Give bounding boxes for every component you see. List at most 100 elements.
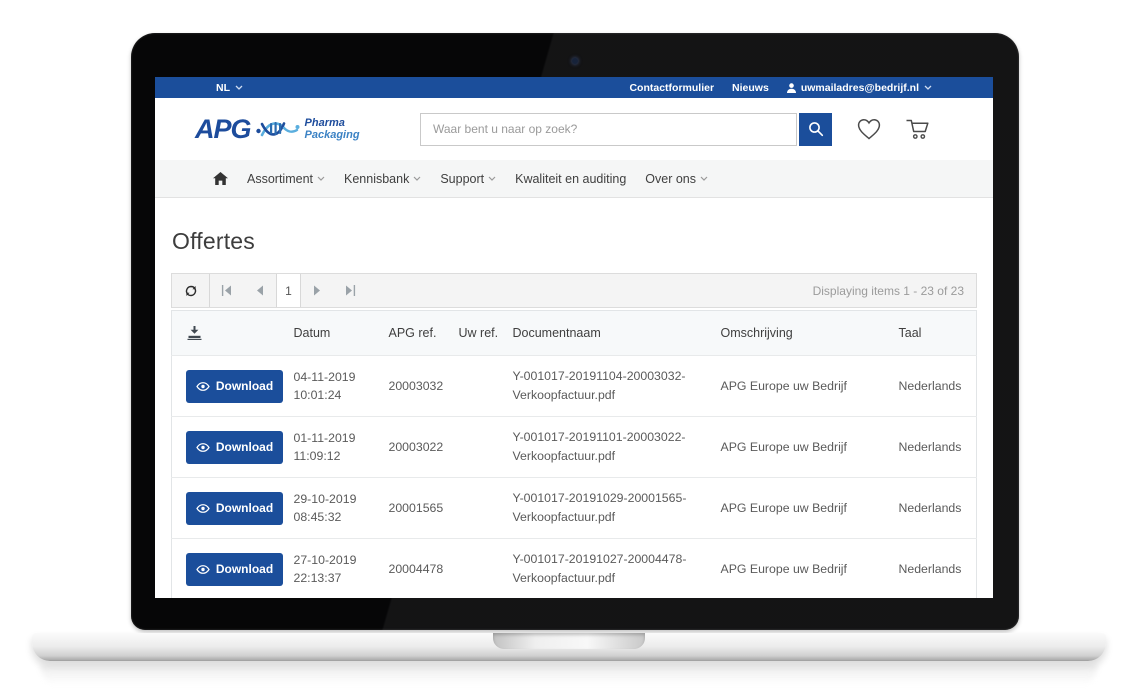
logo-tagline-line1: Pharma [305, 117, 345, 129]
logo-wordmark: APG [195, 116, 251, 143]
eye-icon [196, 565, 210, 574]
previous-page-icon [255, 285, 264, 296]
table-row: Download 29-10-201908:45:32 20001565 Y-0… [172, 478, 977, 539]
nav-item-kennisbank[interactable]: Kennisbank [344, 172, 421, 186]
chevron-down-icon [317, 176, 325, 181]
cell-uw-ref [451, 356, 505, 417]
cell-taal: Nederlands [891, 478, 977, 539]
cell-apg-ref: 20004478 [381, 539, 451, 599]
download-label: Download [216, 440, 273, 454]
account-menu[interactable]: uwmailadres@bedrijf.nl [787, 82, 932, 94]
cell-taal: Nederlands [891, 539, 977, 599]
first-page-button[interactable] [210, 274, 243, 307]
download-button[interactable]: Download [186, 553, 283, 586]
download-button[interactable]: Download [186, 431, 283, 464]
site-header: APG Pharma Packaging [155, 98, 993, 160]
nav-item-support[interactable]: Support [440, 172, 496, 186]
download-all-icon[interactable] [187, 326, 202, 340]
page-title: Offertes [172, 228, 977, 255]
nav-label: Over ons [645, 172, 696, 186]
main-navigation: Assortiment Kennisbank Support Kwaliteit… [155, 160, 993, 198]
eye-icon [196, 382, 210, 391]
page-content: Offertes [155, 228, 993, 598]
eye-icon [196, 504, 210, 513]
cart-icon[interactable] [905, 117, 931, 141]
home-icon[interactable] [213, 172, 228, 185]
laptop-base-notch [493, 633, 645, 649]
news-link[interactable]: Nieuws [732, 82, 769, 94]
cell-documentnaam: Y-001017-20191104-20003032-Verkoopfactuu… [505, 356, 713, 417]
laptop-reflection [40, 663, 1098, 689]
items-range-status: Displaying items 1 - 23 of 23 [813, 274, 976, 307]
company-logo[interactable]: APG Pharma Packaging [195, 114, 395, 144]
user-icon [787, 83, 796, 93]
next-page-button[interactable] [301, 274, 334, 307]
search-bar [420, 113, 832, 146]
search-input[interactable] [420, 113, 797, 146]
cell-datum: 04-11-201910:01:24 [286, 356, 381, 417]
nav-label: Kwaliteit en auditing [515, 172, 626, 186]
download-label: Download [216, 562, 273, 576]
cell-omschrijving: APG Europe uw Bedrijf [713, 478, 891, 539]
next-page-icon [313, 285, 322, 296]
nav-label: Assortiment [247, 172, 313, 186]
cell-omschrijving: APG Europe uw Bedrijf [713, 356, 891, 417]
current-page-indicator[interactable]: 1 [276, 274, 301, 307]
last-page-button[interactable] [334, 274, 367, 307]
first-page-icon [221, 285, 232, 296]
nav-item-kwaliteit-en-auditing[interactable]: Kwaliteit en auditing [515, 172, 626, 186]
top-utility-bar: NL Contactformulier Nieuws uwmailadres@b… [155, 77, 993, 98]
contact-form-link[interactable]: Contactformulier [629, 82, 714, 94]
refresh-button[interactable] [172, 274, 210, 307]
cell-uw-ref [451, 478, 505, 539]
cell-omschrijving: APG Europe uw Bedrijf [713, 417, 891, 478]
refresh-icon [184, 284, 198, 298]
laptop-lid: NL Contactformulier Nieuws uwmailadres@b… [131, 33, 1019, 630]
cell-documentnaam: Y-001017-20191027-20004478-Verkoopfactuu… [505, 539, 713, 599]
cell-documentnaam: Y-001017-20191029-20001565-Verkoopfactuu… [505, 478, 713, 539]
chevron-down-icon [700, 176, 708, 181]
webcam-dot [572, 58, 578, 64]
dna-helix-icon [256, 114, 300, 144]
search-button[interactable] [799, 113, 832, 146]
table-row: Download 27-10-201922:13:37 20004478 Y-0… [172, 539, 977, 599]
last-page-icon [345, 285, 356, 296]
download-button[interactable]: Download [186, 492, 283, 525]
logo-tagline: Pharma Packaging [305, 117, 360, 141]
nav-label: Support [440, 172, 484, 186]
col-header-taal[interactable]: Taal [891, 311, 977, 356]
search-icon [808, 121, 824, 137]
nav-item-over-ons[interactable]: Over ons [645, 172, 708, 186]
cell-datum: 29-10-201908:45:32 [286, 478, 381, 539]
documents-table: Datum APG ref. Uw ref. Documentnaam Omsc… [171, 310, 977, 598]
download-label: Download [216, 501, 273, 515]
previous-page-button[interactable] [243, 274, 276, 307]
cell-documentnaam: Y-001017-20191101-20003022-Verkoopfactuu… [505, 417, 713, 478]
cell-taal: Nederlands [891, 417, 977, 478]
nav-label: Kennisbank [344, 172, 409, 186]
eye-icon [196, 443, 210, 452]
cell-datum: 27-10-201922:13:37 [286, 539, 381, 599]
language-label: NL [216, 82, 230, 94]
chevron-down-icon [235, 85, 243, 90]
col-header-documentnaam[interactable]: Documentnaam [505, 311, 713, 356]
pagination-toolbar: 1 Displaying items 1 - 23 of 23 [171, 273, 977, 308]
col-header-apg-ref[interactable]: APG ref. [381, 311, 451, 356]
laptop-screen: NL Contactformulier Nieuws uwmailadres@b… [155, 77, 993, 598]
col-header-omschrijving[interactable]: Omschrijving [713, 311, 891, 356]
download-button[interactable]: Download [186, 370, 283, 403]
col-header-datum[interactable]: Datum [286, 311, 381, 356]
chevron-down-icon [924, 85, 932, 90]
col-header-uw-ref[interactable]: Uw ref. [451, 311, 505, 356]
table-row: Download 01-11-201911:09:12 20003022 Y-0… [172, 417, 977, 478]
nav-item-assortiment[interactable]: Assortiment [247, 172, 325, 186]
laptop-mockup: NL Contactformulier Nieuws uwmailadres@b… [0, 0, 1138, 692]
cell-omschrijving: APG Europe uw Bedrijf [713, 539, 891, 599]
wishlist-heart-icon[interactable] [856, 117, 882, 141]
cell-taal: Nederlands [891, 356, 977, 417]
cell-apg-ref: 20003032 [381, 356, 451, 417]
cell-uw-ref [451, 539, 505, 599]
laptop-base [32, 633, 1106, 661]
logo-tagline-line2: Packaging [305, 129, 360, 141]
language-selector[interactable]: NL [216, 82, 243, 94]
